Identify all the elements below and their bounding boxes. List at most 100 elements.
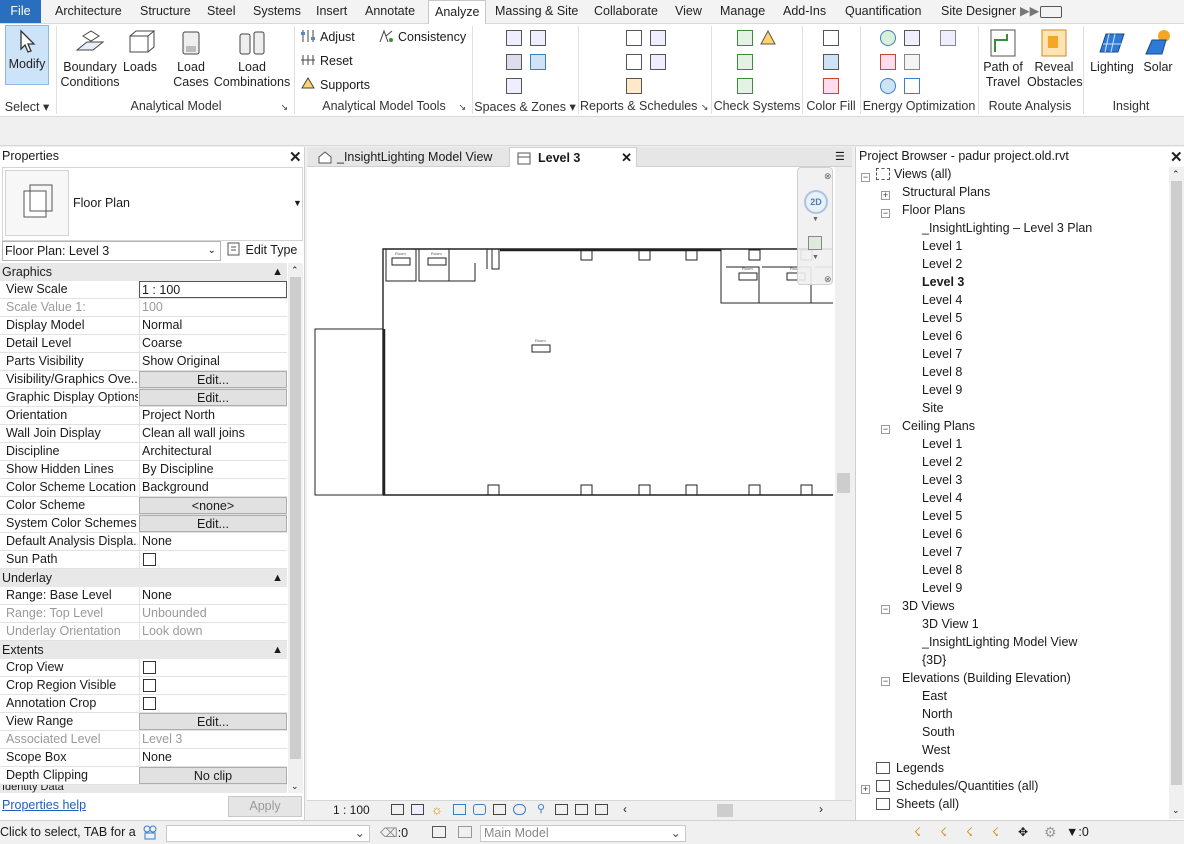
tree-elevation-north[interactable]: North (922, 705, 953, 723)
wheel-dropdown-icon[interactable]: ▼ (812, 216, 819, 223)
menu-site-designer[interactable]: Site Designer (941, 0, 1016, 23)
view-scale-display[interactable]: 1 : 100 (333, 803, 370, 817)
properties-scrollbar[interactable]: ⌃ ⌄ (288, 263, 303, 793)
tree-3d-view-1[interactable]: 3D View 1 (922, 615, 979, 633)
edit-type-button[interactable]: Edit Type (226, 241, 300, 261)
sun-path-icon[interactable]: ☼ (431, 802, 443, 817)
prop-depth-clipping[interactable]: Depth Clipping No clip (0, 767, 287, 785)
loads-button[interactable]: Loads (122, 28, 158, 75)
tab-level-3[interactable]: Level 3 ✕ (509, 147, 637, 167)
supports-button[interactable]: Supports (300, 76, 370, 94)
tree-floor-plans[interactable]: Floor Plans (902, 201, 965, 219)
tree-ceiling-level-5[interactable]: Level 5 (922, 507, 962, 525)
prop-detail-level[interactable]: Detail Level Coarse (0, 335, 287, 353)
pipe-pressure-loss-icon[interactable] (626, 78, 642, 94)
browser-close-icon[interactable]: ✕ (1170, 150, 1183, 165)
generate-icon[interactable] (904, 54, 920, 70)
drawing-canvas[interactable]: Room Room Room Room Room ⊗ 2D ▼ ▼ ⊗ (307, 167, 852, 800)
group-identity-data[interactable]: Identity Data (0, 785, 287, 793)
menu-collaborate[interactable]: Collaborate (594, 0, 658, 23)
color-fill-legend-icon[interactable] (823, 78, 839, 94)
group-extents[interactable]: Extents ▲ (0, 641, 287, 659)
canvas-vertical-scrollbar[interactable] (835, 167, 852, 800)
adjust-button[interactable]: Adjust (300, 28, 355, 46)
tree-floor-plan-level-5[interactable]: Level 5 (922, 309, 962, 327)
tree-floor-plan-level-9[interactable]: Level 9 (922, 381, 962, 399)
schedule-quantities-icon[interactable] (626, 54, 642, 70)
hscroll-right-icon[interactable]: › (819, 802, 823, 816)
duct-legend-icon[interactable] (823, 30, 839, 46)
zone-icon[interactable] (530, 54, 546, 70)
prop-color-scheme[interactable]: Color Scheme <none> (0, 497, 287, 515)
energy-settings-icon[interactable] (904, 30, 920, 46)
crop-region-checkbox[interactable] (143, 679, 156, 692)
prop-crop-view[interactable]: Crop View (0, 659, 287, 677)
tree-floor-plan-level-4[interactable]: Level 4 (922, 291, 962, 309)
check-duct-systems-icon[interactable] (737, 30, 753, 46)
select-underlay-icon[interactable]: ☇ (940, 825, 947, 839)
load-combinations-button[interactable]: Load Combinations (212, 28, 292, 90)
prop-view-range[interactable]: View Range Edit... (0, 713, 287, 731)
consistency-button[interactable]: Consistency (378, 28, 466, 46)
tab-menu-icon[interactable]: ☰ (835, 147, 849, 167)
annotation-crop-checkbox[interactable] (143, 697, 156, 710)
group-underlay[interactable]: Underlay ▲ (0, 569, 287, 587)
check-pipe-systems-icon[interactable] (737, 54, 753, 70)
tree-ceiling-plans[interactable]: Ceiling Plans (902, 417, 975, 435)
tree-elevation-east[interactable]: East (922, 687, 947, 705)
tree-ceiling-level-7[interactable]: Level 7 (922, 543, 962, 561)
selection-filter[interactable]: ▼:0 (1066, 825, 1089, 839)
menu-annotate[interactable]: Annotate (365, 0, 415, 23)
tree-3d-default[interactable]: {3D} (922, 651, 946, 669)
create-energy-model-icon[interactable] (880, 54, 896, 70)
worksharing-icon[interactable] (142, 824, 158, 840)
prop-hidden-lines[interactable]: Show Hidden Lines By Discipline (0, 461, 287, 479)
load-cases-button[interactable]: Load Cases (170, 28, 212, 90)
editable-only-indicator[interactable]: ⌫:0 (380, 825, 408, 840)
menu-view[interactable]: View (675, 0, 702, 23)
select-by-face-icon[interactable]: ☇ (992, 825, 999, 839)
menu-quantification[interactable]: Quantification (845, 0, 921, 23)
reset-button[interactable]: Reset (300, 52, 353, 70)
menu-massing-site[interactable]: Massing & Site (495, 0, 578, 23)
group-graphics[interactable]: Graphics ▲ (0, 263, 287, 281)
render-dialog-icon[interactable] (473, 804, 486, 815)
workset-select[interactable]: ⌄ (166, 825, 370, 842)
system-analysis-icon[interactable] (904, 78, 920, 94)
prop-display-model[interactable]: Display Model Normal (0, 317, 287, 335)
solar-button[interactable]: Solar (1138, 28, 1178, 75)
panel-schedules-icon[interactable] (650, 30, 666, 46)
analytical-model-icon[interactable] (595, 804, 608, 815)
prop-system-color-schemes[interactable]: System Color Schemes Edit... (0, 515, 287, 533)
properties-close-icon[interactable]: ✕ (289, 150, 302, 165)
collapse-toggle-icon[interactable]: − (861, 173, 870, 182)
reveal-obstacles-button[interactable]: Reveal Obstacles (1027, 28, 1083, 90)
prop-annotation-crop[interactable]: Annotation Crop (0, 695, 287, 713)
sun-path-checkbox[interactable] (143, 553, 156, 566)
tree-floor-plan-level-1[interactable]: Level 1 (922, 237, 962, 255)
tree-ceiling-level-2[interactable]: Level 2 (922, 453, 962, 471)
temporary-hide-icon[interactable] (555, 804, 568, 815)
menu-systems[interactable]: Systems (253, 0, 301, 23)
prop-orientation[interactable]: Orientation Project North (0, 407, 287, 425)
instance-filter-select[interactable]: Floor Plan: Level 3 ⌄ (2, 241, 221, 261)
tree-3d-views[interactable]: 3D Views (902, 597, 955, 615)
prop-scope-box[interactable]: Scope Box None (0, 749, 287, 767)
detail-level-icon[interactable] (391, 804, 404, 815)
duct-pressure-loss-icon[interactable] (650, 54, 666, 70)
apply-button[interactable]: Apply (228, 796, 302, 817)
space-naming-icon[interactable] (506, 78, 522, 94)
tree-ceiling-level-6[interactable]: Level 6 (922, 525, 962, 543)
menu-insert[interactable]: Insert (316, 0, 347, 23)
reveal-hidden-icon[interactable] (575, 804, 588, 815)
tree-legends[interactable]: Legends (876, 759, 944, 777)
tree-sheets[interactable]: Sheets (all) (876, 795, 959, 813)
tree-floor-plan-insight[interactable]: _InsightLighting – Level 3 Plan (922, 219, 1092, 237)
prop-crop-region[interactable]: Crop Region Visible (0, 677, 287, 695)
pipe-legend-icon[interactable] (823, 54, 839, 70)
select-pinned-icon[interactable]: ☇ (966, 825, 973, 839)
tree-ceiling-level-9[interactable]: Level 9 (922, 579, 962, 597)
background-process-icon[interactable]: ⚙ (1044, 824, 1057, 841)
zoom-dropdown-icon[interactable]: ▼ (812, 254, 819, 261)
space-tag-icon[interactable] (506, 54, 522, 70)
